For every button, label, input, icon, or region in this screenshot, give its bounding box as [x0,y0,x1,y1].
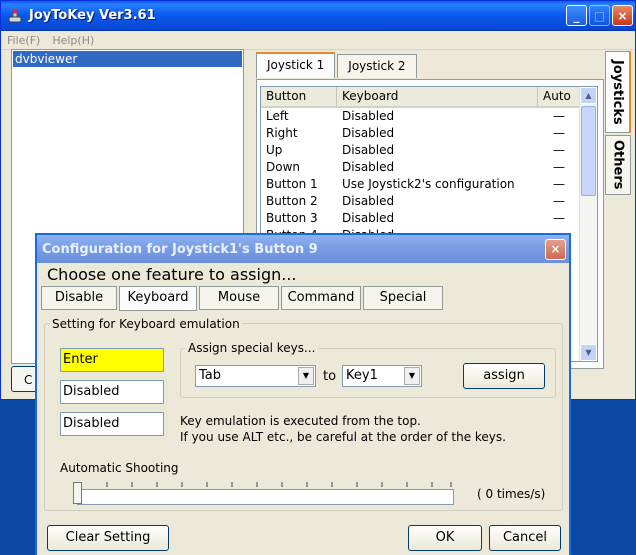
cell-button: Up [266,143,283,157]
cell-auto: — [553,160,565,174]
cell-auto: — [553,211,565,225]
minimize-button[interactable]: _ [566,5,587,26]
assign-special-keys-label: Assign special keys... [185,341,319,355]
assign-button[interactable]: assign [463,363,545,389]
window-title: JoyToKey Ver3.61 [29,8,156,23]
menu-bar: File(F) Help(H) [1,31,635,50]
list-item[interactable]: dvbviewer [13,51,242,67]
tab-joysticks[interactable]: Joysticks [605,51,631,133]
cell-keyboard: Disabled [342,126,395,140]
header-auto[interactable]: Auto [538,87,580,106]
assign-from-select[interactable]: Tab ▼ [195,365,316,387]
cell-auto: — [553,177,565,191]
menu-file[interactable]: File(F) [7,34,40,47]
table-row[interactable]: Left Disabled — [261,108,597,125]
tab-disable[interactable]: Disable [41,286,117,310]
key-2-field[interactable]: Disabled [60,380,164,404]
cell-auto: — [553,126,565,140]
table-row[interactable]: Right Disabled — [261,125,597,142]
tab-joysticks-label: Joysticks [610,59,625,125]
dialog-title-bar[interactable]: Configuration for Joystick1's Button 9 × [37,235,569,263]
table-row[interactable]: Up Disabled — [261,142,597,159]
left-button-label: C [24,373,33,387]
dialog-close-button[interactable]: × [545,238,566,260]
choose-feature-label: Choose one feature to assign... [47,265,297,284]
cell-keyboard: Disabled [342,211,395,225]
cell-button: Down [266,160,301,174]
tab-mouse[interactable]: Mouse [199,286,279,310]
main-title-bar[interactable]: JoyToKey Ver3.61 _ □ × [1,1,635,31]
key-3-field[interactable]: Disabled [60,412,164,436]
cell-button: Left [266,109,289,123]
chevron-down-icon[interactable]: ▼ [298,367,314,385]
tab-others[interactable]: Others [605,135,631,195]
joystick-tabs: Joystick 1 Joystick 2 [256,52,419,78]
clear-setting-button[interactable]: Clear Setting [47,525,169,551]
cell-button: Button 1 [266,177,318,191]
automatic-shooting-value: ( 0 times/s) [477,487,546,501]
ok-button[interactable]: OK [408,525,482,551]
assign-from-value: Tab [199,368,222,383]
cancel-button[interactable]: Cancel [489,525,561,551]
cell-keyboard: Disabled [342,109,395,123]
tab-keyboard[interactable]: Keyboard [119,286,197,311]
table-row[interactable]: Down Disabled — [261,159,597,176]
table-row[interactable]: Button 1 Use Joystick2's configuration — [261,176,597,193]
tab-joystick-1[interactable]: Joystick 1 [256,52,336,78]
tab-joystick-2[interactable]: Joystick 2 [337,54,417,78]
menu-help[interactable]: Help(H) [52,34,94,47]
key-1-field[interactable]: Enter [60,348,164,372]
table-row[interactable]: Button 2 Disabled — [261,193,597,210]
header-keyboard[interactable]: Keyboard [337,87,538,106]
chevron-down-icon[interactable]: ▼ [404,367,420,385]
grid-header: Button Keyboard Auto [261,87,597,108]
tab-special[interactable]: Special [363,286,443,310]
slider-thumb[interactable] [73,482,82,504]
scroll-up-icon[interactable]: ▲ [580,87,597,104]
to-label: to [323,369,337,384]
header-button[interactable]: Button [261,87,337,106]
automatic-shooting-label: Automatic Shooting [60,461,179,475]
table-row[interactable]: Button 3 Disabled — [261,210,597,227]
cell-auto: — [553,143,565,157]
assign-to-select[interactable]: Key1 ▼ [342,365,422,387]
cell-keyboard: Use Joystick2's configuration [342,177,515,191]
tab-others-label: Others [610,140,626,190]
assign-to-value: Key1 [346,368,378,383]
scroll-down-icon[interactable]: ▼ [580,344,597,361]
emulation-note-2: If you use ALT etc., be careful at the o… [180,430,506,444]
keyboard-settings-label: Setting for Keyboard emulation [50,317,242,331]
close-button[interactable]: × [612,5,633,26]
maximize-button[interactable]: □ [589,5,610,26]
cell-auto: — [553,194,565,208]
cell-keyboard: Disabled [342,194,395,208]
dialog-title: Configuration for Joystick1's Button 9 [42,241,318,257]
grid-scrollbar[interactable]: ▲ ▼ [579,87,597,361]
side-tabs: Joysticks Others [605,51,631,197]
slider-ticks [80,482,452,487]
cell-keyboard: Disabled [342,143,395,157]
joystick-icon [7,8,23,24]
cell-auto: — [553,109,565,123]
cell-keyboard: Disabled [342,160,395,174]
automatic-shooting-slider[interactable] [77,489,454,505]
feature-tabs: Disable Keyboard Mouse Command Special [41,286,445,311]
tab-command[interactable]: Command [281,286,361,310]
configuration-dialog: Configuration for Joystick1's Button 9 ×… [35,233,571,555]
cell-button: Button 3 [266,211,318,225]
cell-button: Button 2 [266,194,318,208]
scroll-thumb[interactable] [581,106,596,196]
emulation-note-1: Key emulation is executed from the top. [180,414,421,428]
cell-button: Right [266,126,298,140]
